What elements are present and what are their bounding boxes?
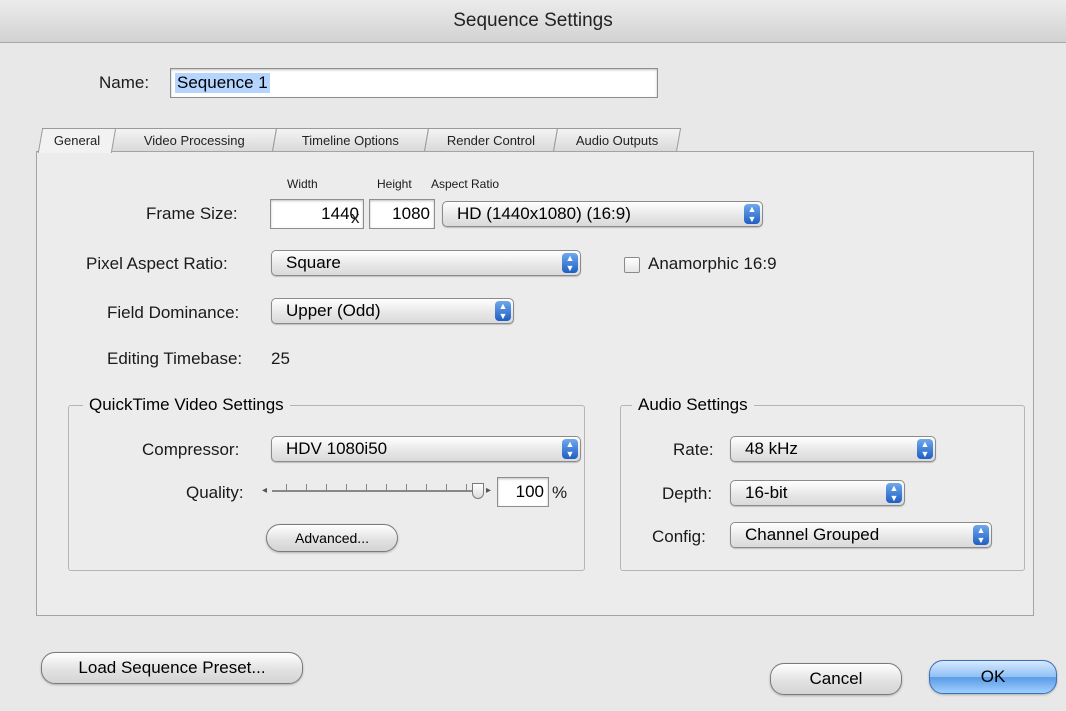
slider-tick [406, 484, 407, 490]
slider-tick [466, 484, 467, 490]
quality-slider-thumb[interactable] [472, 483, 484, 499]
tab-audio-outputs[interactable]: Audio Outputs [552, 128, 682, 152]
tab-general-label: General [53, 133, 101, 148]
editing-timebase-label: Editing Timebase: [107, 349, 243, 368]
tab-general[interactable]: General [37, 128, 117, 153]
slider-tick [286, 484, 287, 490]
slider-left-arrow-icon[interactable]: ◂ [262, 485, 267, 496]
tab-render-control-label: Render Control [446, 133, 535, 148]
name-field[interactable]: Sequence 1 [170, 68, 658, 98]
frame-width-field[interactable]: 1440 [270, 199, 364, 229]
updown-arrows-icon: ▲ ▼ [917, 439, 933, 459]
frame-height-value: 1080 [392, 204, 430, 223]
ok-button[interactable]: OK [929, 660, 1057, 694]
field-dominance-select[interactable]: Upper (Odd) ▲ ▼ [271, 298, 514, 324]
updown-arrows-icon: ▲ ▼ [744, 204, 760, 224]
config-label: Config: [652, 527, 706, 546]
frame-height-field[interactable]: 1080 [369, 199, 435, 229]
tab-render-control[interactable]: Render Control [423, 128, 559, 152]
rate-value: 48 kHz [745, 439, 798, 458]
quicktime-video-settings-title: QuickTime Video Settings [83, 395, 290, 415]
updown-arrows-icon: ▲ ▼ [562, 439, 578, 459]
rate-label: Rate: [673, 440, 714, 459]
tab-video-processing[interactable]: Video Processing [110, 128, 278, 152]
aspect-ratio-select[interactable]: HD (1440x1080) (16:9) ▲ ▼ [442, 201, 763, 227]
editing-timebase-value: 25 [271, 349, 290, 368]
pixel-aspect-ratio-value: Square [286, 253, 341, 272]
config-value: Channel Grouped [745, 525, 880, 544]
tab-timeline-options[interactable]: Timeline Options [271, 128, 430, 152]
tab-audio-outputs-label: Audio Outputs [575, 133, 659, 148]
updown-arrows-icon: ▲ ▼ [562, 253, 578, 273]
anamorphic-label[interactable]: Anamorphic 16:9 [648, 254, 777, 274]
depth-value: 16-bit [745, 483, 788, 502]
sequence-settings-dialog: Sequence Settings Name: Sequence 1 Gener… [0, 0, 1066, 711]
quality-percent: % [552, 483, 568, 502]
slider-tick [386, 484, 387, 490]
audio-settings-title: Audio Settings [632, 395, 754, 415]
aspect-ratio-value: HD (1440x1080) (16:9) [457, 204, 631, 223]
anamorphic-checkbox[interactable] [624, 257, 640, 273]
name-value: Sequence 1 [175, 73, 270, 93]
quality-value: 100 [515, 482, 544, 501]
slider-tick [446, 484, 447, 490]
title-bar[interactable]: Sequence Settings [0, 0, 1066, 43]
field-dominance-value: Upper (Odd) [286, 301, 381, 320]
slider-tick [426, 484, 427, 490]
updown-arrows-icon: ▲ ▼ [973, 525, 989, 545]
slider-tick [366, 484, 367, 490]
width-header: Width [287, 177, 318, 191]
cancel-button[interactable]: Cancel [770, 663, 902, 695]
pixel-aspect-ratio-label: Pixel Aspect Ratio: [86, 254, 228, 273]
depth-select[interactable]: 16-bit ▲ ▼ [730, 480, 905, 506]
quality-label: Quality: [186, 483, 244, 502]
config-select[interactable]: Channel Grouped ▲ ▼ [730, 522, 992, 548]
height-header: Height [377, 177, 412, 191]
slider-tick [306, 484, 307, 490]
slider-tick [326, 484, 327, 490]
compressor-value: HDV 1080i50 [286, 439, 388, 458]
slider-right-arrow-icon[interactable]: ▸ [486, 485, 491, 496]
quality-field[interactable]: 100 [497, 477, 549, 507]
tab-video-processing-label: Video Processing [143, 133, 245, 148]
compressor-label: Compressor: [142, 440, 240, 459]
frame-size-label: Frame Size: [146, 204, 238, 223]
frame-size-x: x [351, 208, 360, 227]
depth-label: Depth: [662, 484, 713, 503]
tab-timeline-options-label: Timeline Options [301, 133, 399, 148]
advanced-button[interactable]: Advanced... [266, 524, 398, 552]
aspect-ratio-header: Aspect Ratio [431, 177, 500, 191]
quality-slider-track [272, 490, 482, 492]
field-dominance-label: Field Dominance: [107, 303, 240, 322]
name-label: Name: [99, 73, 150, 92]
pixel-aspect-ratio-select[interactable]: Square ▲ ▼ [271, 250, 581, 276]
compressor-select[interactable]: HDV 1080i50 ▲ ▼ [271, 436, 581, 462]
quality-slider[interactable] [272, 480, 490, 502]
rate-select[interactable]: 48 kHz ▲ ▼ [730, 436, 936, 462]
dialog-title: Sequence Settings [453, 10, 613, 31]
load-sequence-preset-button[interactable]: Load Sequence Preset... [41, 652, 303, 684]
updown-arrows-icon: ▲ ▼ [886, 483, 902, 503]
slider-tick [346, 484, 347, 490]
updown-arrows-icon: ▲ ▼ [495, 301, 511, 321]
